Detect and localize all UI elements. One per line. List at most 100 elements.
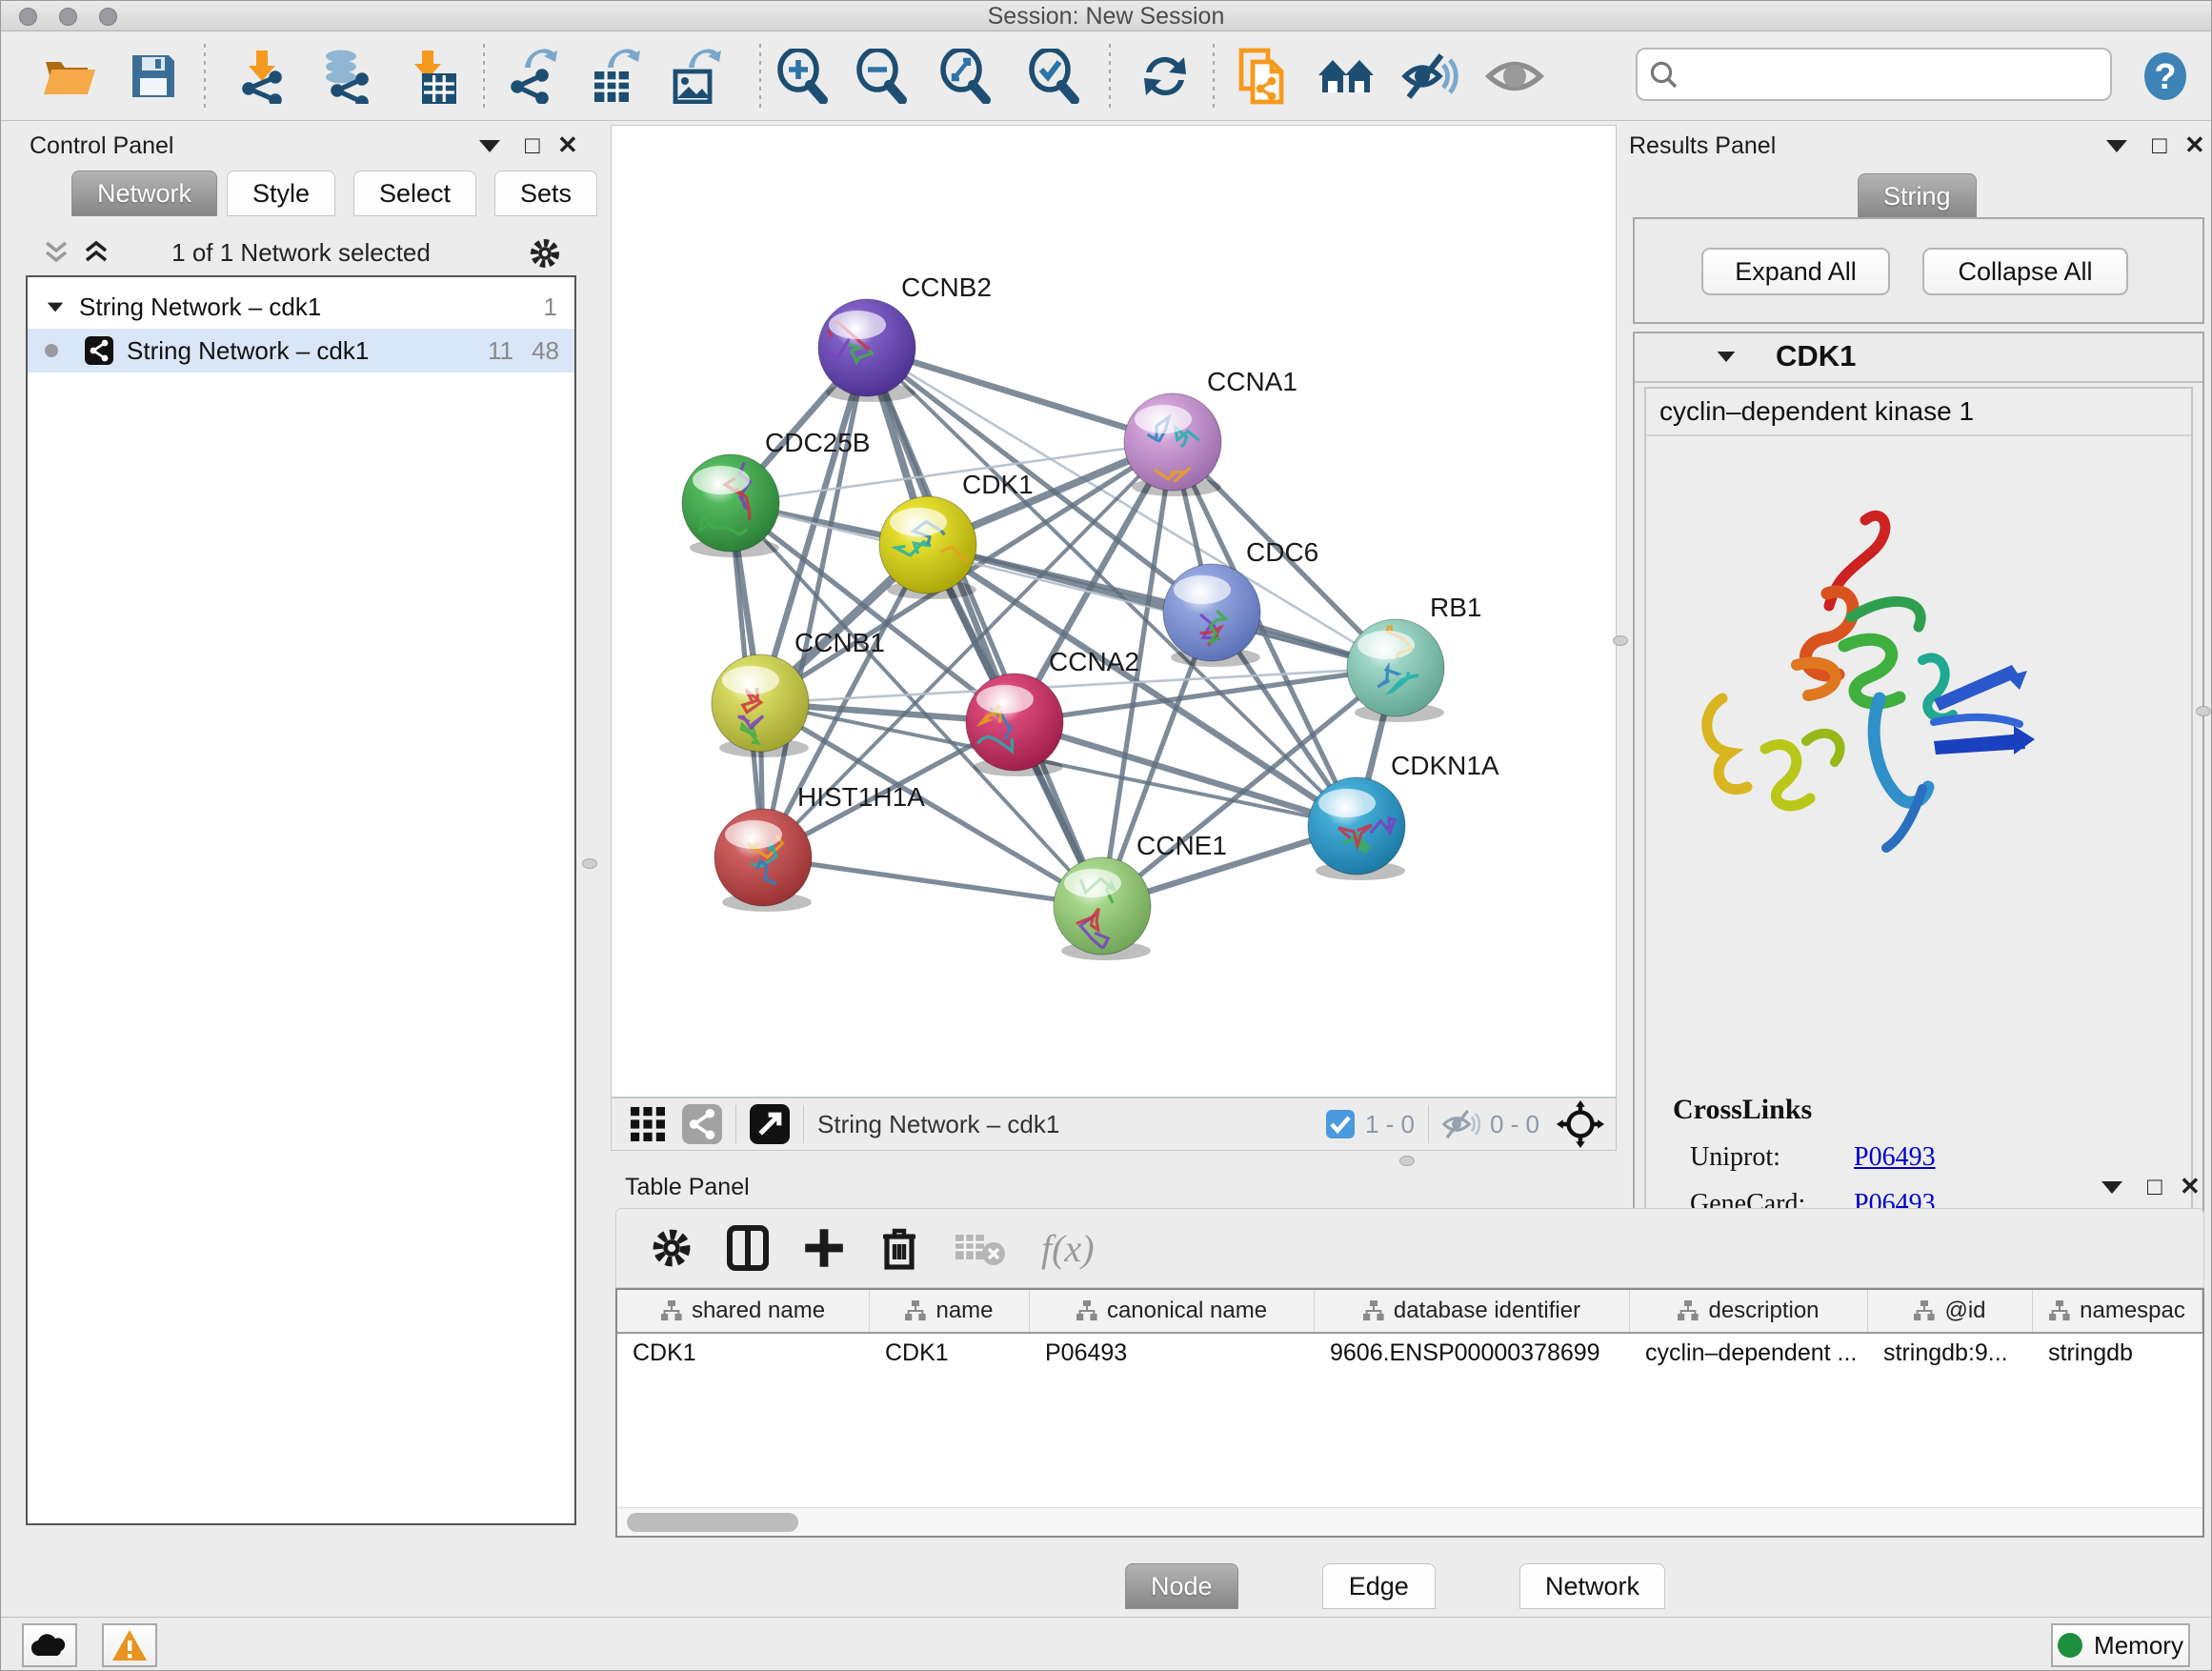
node-CCNB2[interactable]: CCNB2 — [790, 272, 992, 402]
collapse-all-icon[interactable] — [43, 241, 71, 266]
export-image-button[interactable] — [663, 45, 726, 108]
memory-status-dot — [2058, 1633, 2082, 1658]
tab-string[interactable]: String — [1858, 173, 1977, 219]
help-button[interactable]: ? — [2134, 45, 2197, 108]
memory-button[interactable]: Memory — [2051, 1623, 2190, 1667]
tab-network-table[interactable]: Network Table — [1519, 1563, 1665, 1609]
node-CCNA1[interactable]: CCNA1 — [1124, 367, 1297, 496]
node-table[interactable]: shared namenamecanonical namedatabase id… — [615, 1288, 2204, 1538]
tab-sets[interactable]: Sets — [494, 171, 597, 216]
tab-style[interactable]: Style — [227, 171, 335, 216]
tab-network[interactable]: Network — [71, 171, 217, 216]
selected-checkbox-icon[interactable] — [1325, 1109, 1356, 1139]
node-CDK1[interactable]: CDK1 — [879, 470, 1034, 599]
edge-HIST1H1A-CCNE1[interactable] — [763, 857, 1102, 906]
export-table-button[interactable] — [582, 45, 645, 108]
column-header-canonical-name[interactable]: canonical name — [1030, 1290, 1315, 1332]
undock-panel-button[interactable]: □ — [525, 132, 540, 157]
cell-namespac[interactable]: stringdb — [2033, 1334, 2202, 1376]
splitter-handle[interactable] — [1613, 635, 1628, 646]
float-panel-icon[interactable] — [2101, 1181, 2122, 1194]
cell-description[interactable]: cyclin–dependent ... — [1630, 1334, 1868, 1376]
show-all-button[interactable] — [1483, 45, 1546, 108]
horizontal-scrollbar[interactable] — [617, 1507, 2202, 1536]
cell--id[interactable]: stringdb:9... — [1868, 1334, 2033, 1376]
column-header-name[interactable]: name — [870, 1290, 1030, 1332]
scrollbar-thumb[interactable] — [627, 1513, 798, 1532]
table-row[interactable]: CDK1CDK1P064939606.ENSP00000378699cyclin… — [617, 1334, 2202, 1376]
undock-panel-button[interactable]: □ — [2147, 1174, 2162, 1198]
home-button[interactable] — [1315, 45, 1377, 108]
open-view-window-icon[interactable] — [750, 1104, 790, 1144]
table-options-gear-icon[interactable] — [651, 1227, 693, 1269]
splitter-handle[interactable] — [1399, 1156, 1415, 1166]
clone-network-button[interactable] — [1232, 45, 1295, 108]
undock-panel-button[interactable]: □ — [2152, 132, 2167, 157]
cell-shared-name[interactable]: CDK1 — [617, 1334, 870, 1376]
import-network-file-button[interactable] — [231, 45, 293, 108]
grid-view-icon[interactable] — [629, 1105, 667, 1143]
entry-header[interactable]: CDK1 — [1635, 333, 2202, 383]
network-options-gear-icon[interactable] — [529, 237, 561, 270]
column-header-description[interactable]: description — [1630, 1290, 1868, 1332]
import-network-database-button[interactable] — [314, 45, 377, 108]
string-view-icon[interactable] — [682, 1104, 722, 1144]
cloud-status-button[interactable] — [22, 1623, 77, 1667]
open-session-button[interactable] — [38, 45, 101, 108]
tab-select[interactable]: Select — [353, 171, 476, 216]
cell-database-identifier[interactable]: 9606.ENSP00000378699 — [1315, 1334, 1630, 1376]
birds-eye-toggle-icon[interactable] — [1557, 1100, 1604, 1148]
refresh-view-button[interactable] — [1134, 45, 1196, 108]
close-panel-button[interactable]: ✕ — [2180, 1174, 2201, 1198]
float-panel-icon[interactable] — [479, 140, 500, 152]
add-column-icon[interactable] — [803, 1227, 845, 1269]
node-label-CCNB2: CCNB2 — [901, 272, 992, 302]
zoom-selected-button[interactable] — [1023, 45, 1086, 108]
zoom-fit-button[interactable] — [935, 45, 997, 108]
network-canvas[interactable]: CCNB2CCNA1CDC25BCDK1CDC6RB1CCNB1CCNA2CDK… — [611, 125, 1617, 1097]
show-columns-icon[interactable] — [727, 1225, 769, 1271]
zoom-in-button[interactable] — [772, 45, 835, 108]
close-panel-button[interactable]: ✕ — [557, 132, 578, 157]
close-panel-button[interactable]: ✕ — [2184, 132, 2205, 157]
tab-edge-table[interactable]: Edge Table — [1322, 1563, 1436, 1609]
database-import-icon — [318, 49, 373, 104]
column-header-namespac[interactable]: namespac — [2033, 1290, 2202, 1332]
column-type-icon — [1363, 1300, 1384, 1321]
zoom-fit-icon — [938, 49, 994, 104]
splitter-handle[interactable] — [582, 858, 597, 869]
save-session-button[interactable] — [122, 45, 185, 108]
expand-all-icon[interactable] — [83, 241, 111, 266]
zoom-out-button[interactable] — [851, 45, 914, 108]
tab-node-table[interactable]: Node Table — [1125, 1563, 1238, 1609]
column-header-shared-name[interactable]: shared name — [617, 1290, 870, 1332]
network-row-selected[interactable]: String Network – cdk1 11 48 — [28, 329, 574, 372]
search-input[interactable] — [1687, 53, 2097, 95]
network-collection-row[interactable]: String Network – cdk1 1 — [28, 285, 574, 329]
entry-expander-icon[interactable] — [1718, 352, 1736, 362]
node-HIST1H1A[interactable]: HIST1H1A — [714, 782, 925, 912]
collapse-all-button[interactable]: Collapse All — [1922, 248, 2128, 295]
import-table-file-button[interactable] — [401, 45, 464, 108]
edge-CCNB2-HIST1H1A[interactable] — [763, 348, 867, 857]
hide-selected-button[interactable] — [1398, 45, 1461, 108]
crosslink-link[interactable]: P06493 — [1854, 1142, 1936, 1172]
export-network-button[interactable] — [501, 45, 564, 108]
warnings-button[interactable] — [102, 1623, 157, 1667]
copy-document-icon — [1237, 47, 1289, 106]
column-header--id[interactable]: @id — [1868, 1290, 2033, 1332]
edge-CDK1-RB1[interactable] — [928, 545, 1396, 668]
node-RB1[interactable]: RB1 — [1347, 593, 1481, 722]
node-CCNB1[interactable]: CCNB1 — [712, 628, 885, 757]
node-CDC6[interactable]: CDC6 — [1163, 537, 1318, 667]
float-panel-icon[interactable] — [2106, 140, 2127, 152]
splitter-handle[interactable] — [2196, 706, 2211, 716]
collection-expander-icon[interactable] — [48, 302, 64, 312]
column-header-database-identifier[interactable]: database identifier — [1315, 1290, 1630, 1332]
eye-icon — [1485, 54, 1544, 98]
cell-canonical-name[interactable]: P06493 — [1030, 1334, 1315, 1376]
expand-all-button[interactable]: Expand All — [1701, 248, 1890, 295]
delete-column-icon[interactable] — [879, 1225, 919, 1271]
cell-name[interactable]: CDK1 — [870, 1334, 1030, 1376]
node-CDKN1A[interactable]: CDKN1A — [1308, 751, 1499, 880]
